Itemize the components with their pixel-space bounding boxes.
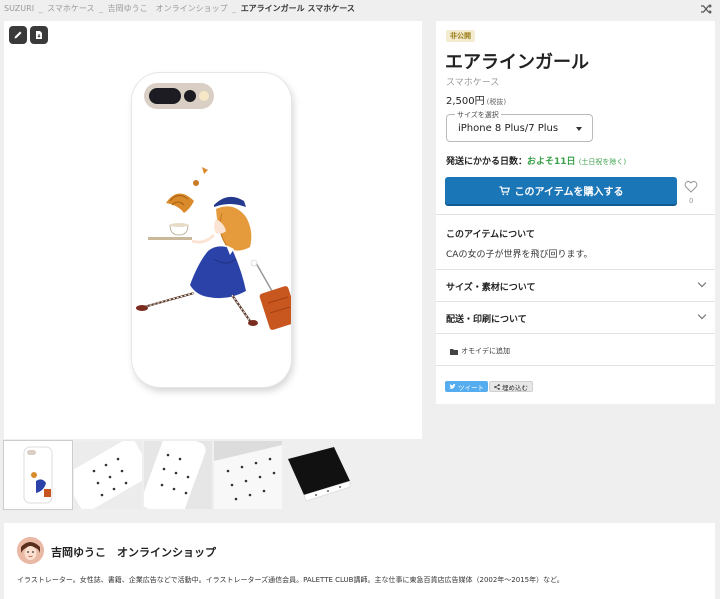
share-icon bbox=[494, 383, 500, 390]
avatar[interactable] bbox=[17, 537, 44, 564]
edit-button[interactable] bbox=[9, 26, 27, 44]
divider bbox=[436, 269, 715, 270]
product-category[interactable]: スマホケース bbox=[446, 75, 499, 88]
shipping-info: 発送にかかる日数：およそ11日 (土日祝を除く) bbox=[446, 154, 626, 167]
product-price: 2,500円 (税抜) bbox=[446, 92, 506, 107]
breadcrumb-separator: _ bbox=[232, 4, 237, 13]
product-info-panel: 非公開 エアラインガール スマホケース 2,500円 (税抜) サイズを選択 iP… bbox=[436, 21, 715, 404]
about-section-title: このアイテムについて bbox=[446, 230, 535, 240]
divider bbox=[436, 301, 715, 302]
size-select[interactable]: サイズを選択 iPhone 8 Plus/7 Plus bbox=[446, 110, 593, 142]
about-description: CAの女の子が世界を飛び回ります。 bbox=[446, 250, 593, 260]
divider bbox=[436, 214, 715, 215]
breadcrumb-separator: _ bbox=[38, 4, 43, 13]
chevron-down-icon bbox=[697, 278, 707, 288]
embed-button[interactable]: 埋め込む bbox=[489, 381, 533, 392]
embed-label: 埋め込む bbox=[502, 383, 528, 392]
thumbnail-2[interactable] bbox=[74, 441, 142, 509]
size-select-label: サイズを選択 bbox=[455, 110, 501, 120]
price-value: 2,500円 bbox=[446, 96, 485, 107]
twitter-icon bbox=[449, 383, 456, 389]
chevron-down-icon bbox=[576, 127, 582, 131]
size-material-title: サイズ・素材について bbox=[446, 283, 536, 293]
shop-info: 吉岡ゆうこ オンラインショップ イラストレーター。女性誌、書籍、企業広告などで活… bbox=[4, 523, 715, 599]
download-icon bbox=[36, 31, 42, 39]
divider bbox=[436, 365, 715, 366]
breadcrumb-separator: _ bbox=[99, 4, 104, 13]
heart-icon[interactable] bbox=[684, 180, 698, 194]
shuffle-icon[interactable] bbox=[700, 3, 712, 15]
add-to-omoide-button[interactable]: オモイデに追加 bbox=[450, 346, 510, 356]
chevron-down-icon bbox=[697, 310, 707, 320]
thumbnail-4[interactable] bbox=[214, 441, 282, 509]
cart-icon bbox=[499, 185, 510, 195]
like-count: 0 bbox=[689, 197, 694, 205]
shipping-label: 発送にかかる日数： bbox=[446, 157, 528, 167]
buy-button-label: このアイテムを購入する bbox=[514, 187, 624, 198]
breadcrumb-item-shop[interactable]: 吉岡ゆうこ オンラインショップ bbox=[108, 4, 228, 13]
product-main-image bbox=[4, 21, 422, 439]
tweet-label: ツイート bbox=[458, 383, 484, 392]
camera-module bbox=[144, 83, 214, 109]
divider bbox=[436, 333, 715, 334]
pencil-icon bbox=[14, 31, 22, 39]
thumbnail-strip bbox=[3, 440, 352, 510]
breadcrumb-current: エアラインガール スマホケース bbox=[240, 4, 355, 13]
omoide-label: オモイデに追加 bbox=[461, 347, 510, 355]
folder-icon bbox=[450, 348, 458, 355]
buy-button[interactable]: このアイテムを購入する bbox=[445, 177, 677, 204]
delivery-print-title: 配送・印刷について bbox=[446, 315, 527, 325]
breadcrumb-item-category[interactable]: スマホケース bbox=[47, 4, 94, 13]
tweet-button[interactable]: ツイート bbox=[445, 381, 488, 392]
private-badge: 非公開 bbox=[446, 30, 475, 42]
breadcrumb-item-suzuri[interactable]: SUZURI bbox=[4, 4, 34, 13]
download-button[interactable] bbox=[30, 26, 48, 44]
breadcrumb: SUZURI _ スマホケース _ 吉岡ゆうこ オンラインショップ _ エアライ… bbox=[4, 3, 355, 17]
tax-note: (税抜) bbox=[486, 98, 507, 106]
phone-case-image bbox=[132, 73, 291, 387]
thumbnail-1[interactable] bbox=[3, 440, 73, 510]
shop-description: イラストレーター。女性誌、書籍、企業広告などで活動中。イラストレーターズ通信会員… bbox=[17, 576, 564, 584]
thumbnail-3[interactable] bbox=[144, 441, 212, 509]
airline-girl-illustration bbox=[136, 167, 291, 330]
size-select-value: iPhone 8 Plus/7 Plus bbox=[458, 123, 559, 134]
shipping-note: (土日祝を除く) bbox=[578, 158, 627, 166]
product-title: エアラインガール bbox=[445, 52, 589, 73]
thumbnail-5[interactable] bbox=[284, 441, 352, 509]
shipping-days: およそ11日 bbox=[527, 157, 576, 167]
shop-name[interactable]: 吉岡ゆうこ オンラインショップ bbox=[51, 544, 216, 560]
